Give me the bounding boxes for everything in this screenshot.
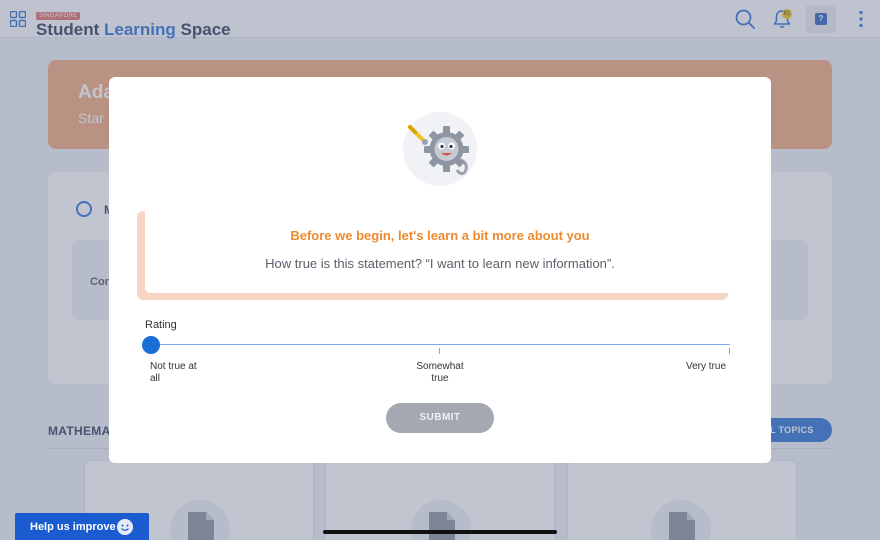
home-indicator: [323, 530, 557, 534]
rating-tick-end: [729, 348, 730, 354]
survey-modal: Before we begin, let's learn a bit more …: [109, 77, 771, 463]
option-label-line: true: [431, 373, 449, 384]
rating-option-somewhat-true[interactable]: Somewhat true: [411, 361, 469, 385]
option-label-line: Very true: [686, 361, 727, 372]
rating-tick-middle: [439, 348, 440, 354]
gear-robot-mascot-icon: [408, 125, 469, 176]
submit-button[interactable]: SUBMIT: [386, 403, 494, 433]
smiley-face-icon: [117, 519, 133, 535]
rating-option-not-true[interactable]: Not true at all: [150, 361, 197, 385]
rating-label: Rating: [145, 319, 177, 331]
rating-slider-track[interactable]: [150, 344, 730, 345]
rating-slider-thumb[interactable]: [142, 336, 160, 354]
option-label-line: Somewhat: [416, 361, 464, 372]
survey-question: How true is this statement? “I want to l…: [265, 256, 615, 271]
speech-bubble: Before we begin, let's learn a bit more …: [145, 204, 735, 293]
rating-option-very-true[interactable]: Very true: [686, 361, 726, 373]
option-label-line: all: [150, 373, 161, 384]
survey-heading: Before we begin, let's learn a bit more …: [290, 228, 590, 243]
option-label-line: Not true at: [150, 361, 197, 372]
